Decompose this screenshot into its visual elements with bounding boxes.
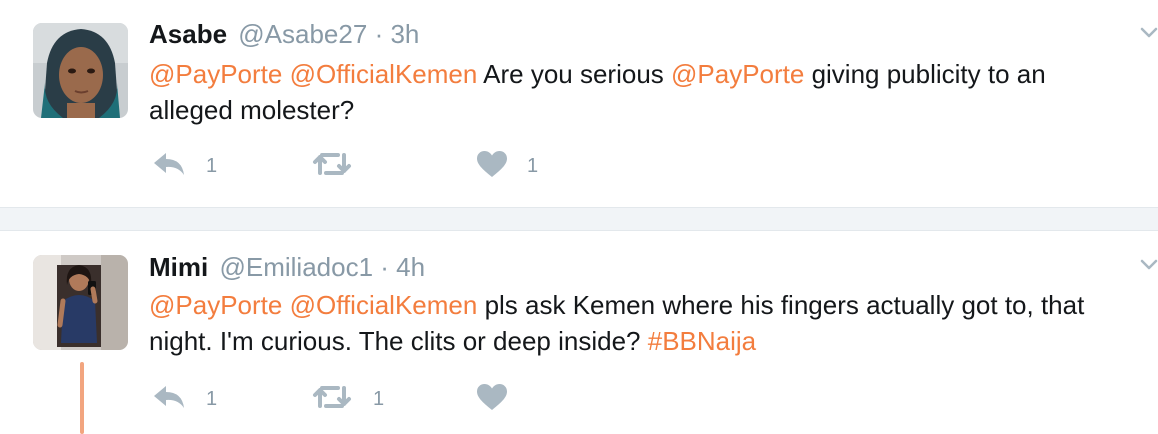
author-name[interactable]: Mimi — [149, 252, 208, 282]
text-segment: night. I'm curious. The clits or deep in… — [149, 326, 648, 356]
separator-dot: · — [380, 252, 389, 282]
reply-icon[interactable] — [152, 384, 186, 410]
tweet-text-line: @PayPorte @OfficialKemen pls ask Kemen w… — [149, 287, 1158, 323]
mention-link[interactable]: @PayPorte — [149, 290, 282, 320]
chevron-down-icon[interactable] — [1140, 27, 1158, 39]
heart-icon[interactable] — [476, 150, 508, 178]
author-name[interactable]: Asabe — [149, 19, 227, 49]
tweet-header: Mimi @Emiliadoc1 · 4h — [149, 252, 425, 282]
text-segment — [282, 290, 289, 320]
timestamp[interactable]: 3h — [390, 19, 419, 49]
text-segment — [282, 59, 289, 89]
hashtag-link[interactable]: #BBNaija — [648, 326, 756, 356]
tweet-header: Asabe @Asabe27 · 3h — [149, 19, 419, 49]
text-segment: alleged molester? — [149, 95, 355, 125]
retweet-icon[interactable] — [312, 151, 352, 177]
mention-link[interactable]: @OfficialKemen — [290, 290, 478, 320]
tweet-text-line: alleged molester? — [149, 92, 1158, 128]
chevron-down-icon[interactable] — [1140, 259, 1158, 271]
mention-link[interactable]: @PayPorte — [671, 59, 804, 89]
author-username[interactable]: @Asabe27 — [238, 19, 367, 49]
avatar[interactable] — [33, 23, 128, 118]
text-segment: Are you serious — [477, 59, 671, 89]
tweet-text-line: night. I'm curious. The clits or deep in… — [149, 323, 1158, 359]
tweet-separator — [0, 207, 1158, 231]
mention-link[interactable]: @PayPorte — [149, 59, 282, 89]
heart-icon[interactable] — [476, 383, 508, 411]
tweet[interactable]: Asabe @Asabe27 · 3h @PayPorte @OfficialK… — [0, 0, 1158, 207]
timeline: Asabe @Asabe27 · 3h @PayPorte @OfficialK… — [0, 0, 1158, 434]
reply-count: 1 — [206, 388, 218, 410]
tweet-actions: 1 1 — [0, 147, 1158, 183]
separator-dot: · — [374, 19, 384, 49]
tweet-text: @PayPorte @OfficialKemen pls ask Kemen w… — [149, 287, 1158, 359]
avatar[interactable] — [33, 255, 128, 350]
text-segment: pls ask Kemen where his fingers actually… — [477, 290, 1085, 320]
author-username[interactable]: @Emiliadoc1 — [219, 252, 373, 282]
reply-count: 1 — [206, 155, 218, 177]
reply-icon[interactable] — [152, 151, 186, 177]
mention-link[interactable]: @OfficialKemen — [290, 59, 478, 89]
tweet[interactable]: Mimi @Emiliadoc1 · 4h @PayPorte @Officia… — [0, 231, 1158, 434]
tweet-text: @PayPorte @OfficialKemen Are you serious… — [149, 56, 1158, 128]
retweet-count: 1 — [373, 388, 385, 410]
timestamp[interactable]: 4h — [396, 252, 425, 282]
like-count: 1 — [527, 155, 539, 177]
retweet-icon[interactable] — [312, 384, 352, 410]
text-segment: giving publicity to an — [804, 59, 1046, 89]
tweet-actions: 1 1 — [0, 380, 1158, 416]
tweet-text-line: @PayPorte @OfficialKemen Are you serious… — [149, 56, 1158, 92]
